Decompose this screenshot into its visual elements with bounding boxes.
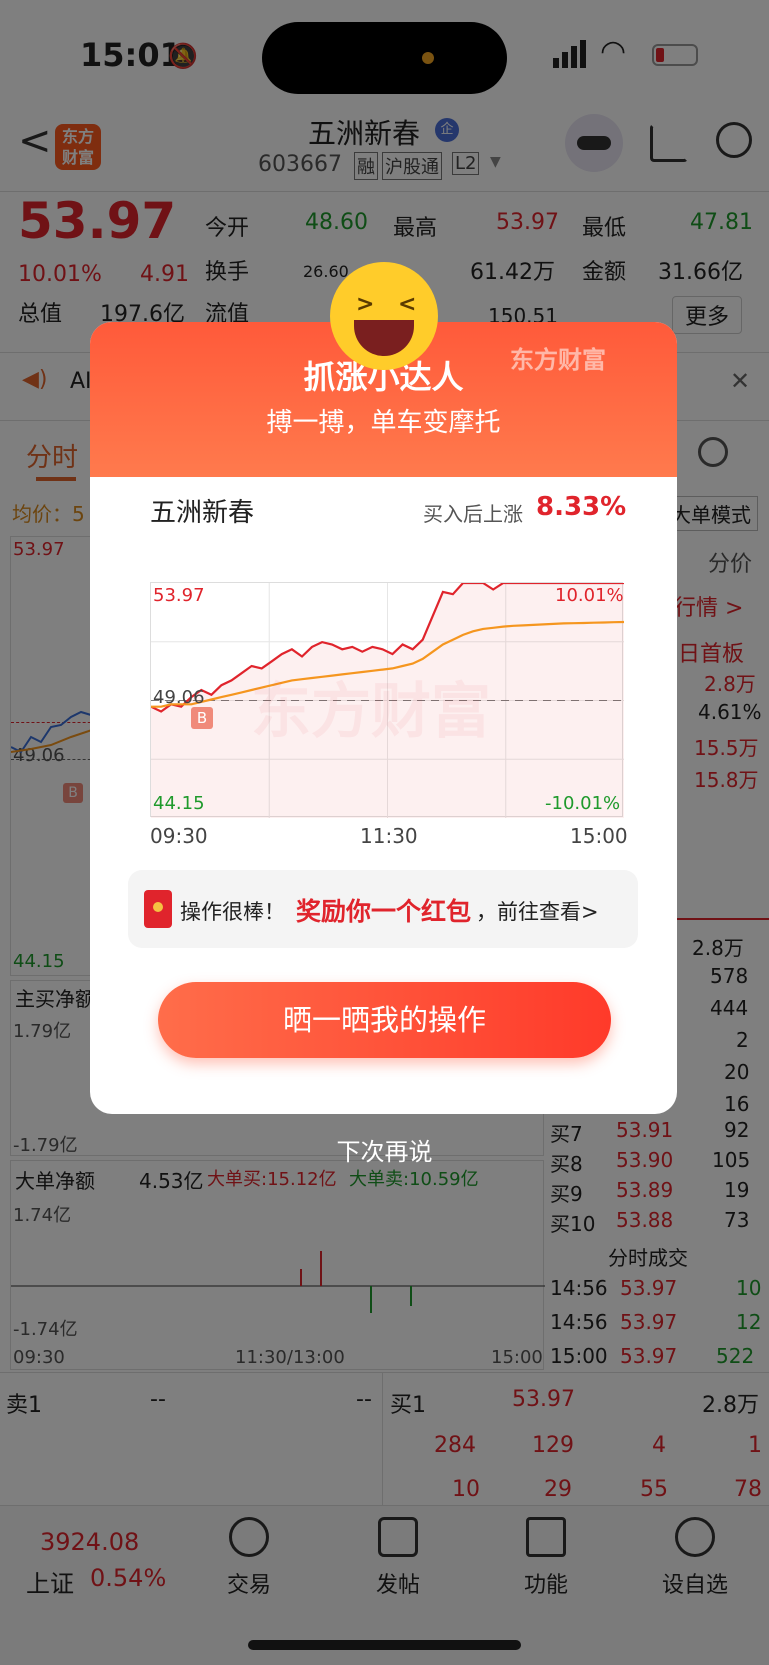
y-ref-label: 49.06 [153, 687, 205, 708]
red-envelope-icon [144, 890, 172, 928]
pct-top-label: 10.01% [555, 585, 624, 606]
x-tick-end: 15:00 [570, 824, 628, 848]
pct-bottom-label: -10.01% [545, 793, 621, 814]
laughing-emoji-icon: > < [330, 262, 438, 370]
rise-label: 买入后上涨 [423, 502, 523, 526]
rise-value: 8.33% [536, 492, 627, 522]
modal-chart: 东方财富 53.97 49.06 44.15 10.01% -10.01% B [150, 581, 625, 818]
reward-modal: 东方财富 抓涨小达人 搏一搏，单车变摩托 五洲新春 买入后上涨 8.33% 东方… [90, 322, 677, 1114]
modal-subtitle: 搏一搏，单车变摩托 [266, 408, 501, 438]
x-tick-start: 09:30 [150, 824, 208, 848]
chart-watermark: 东方财富 [251, 677, 491, 747]
x-tick-mid: 11:30 [360, 824, 418, 848]
modal-stock-name: 五洲新春 [150, 498, 255, 528]
buy-point-marker: B [191, 707, 213, 729]
reward-pre: 操作很棒！ [180, 900, 285, 924]
home-indicator [248, 1640, 521, 1650]
y-bottom-label: 44.15 [153, 793, 205, 814]
share-operation-button[interactable]: 晒一晒我的操作 [158, 982, 611, 1058]
reward-banner[interactable]: 操作很棒！ 奖励你一个红包 ，前往查看> [128, 870, 638, 948]
reward-main: 奖励你一个红包 [296, 897, 472, 926]
y-top-label: 53.97 [153, 585, 205, 606]
later-link[interactable]: 下次再说 [0, 1132, 769, 1167]
reward-post: ，前往查看> [476, 900, 599, 924]
